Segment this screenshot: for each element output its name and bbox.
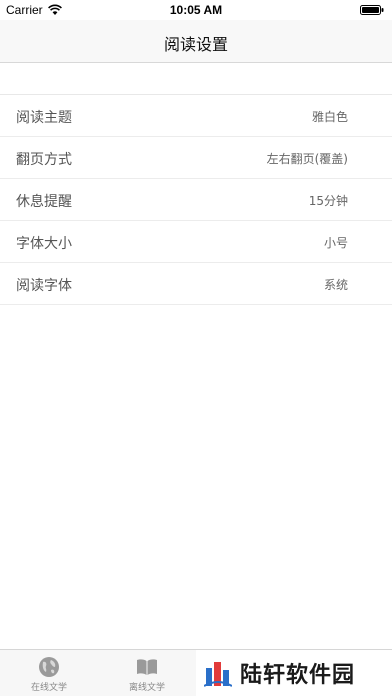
setting-label: 字体大小 [16, 236, 72, 252]
setting-row-reading-font[interactable]: 阅读字体 系统 [0, 263, 392, 305]
building-logo-icon [204, 662, 232, 687]
page-title: 阅读设置 [163, 35, 228, 54]
setting-value: 系统 [323, 278, 348, 292]
setting-row-page-turn[interactable]: 翻页方式 左右翻页(覆盖) [0, 137, 392, 179]
tab-label: 离线文学 [128, 683, 165, 693]
setting-row-theme[interactable]: 阅读主题 雅白色 [0, 95, 392, 137]
setting-label: 阅读字体 [16, 278, 72, 294]
tab-offline-literature[interactable]: 离线文学 [98, 650, 196, 696]
status-bar: Carrier 10:05 AM [0, 0, 392, 20]
setting-value: 左右翻页(覆盖) [266, 152, 348, 166]
navigation-bar: 阅读设置 [0, 20, 392, 63]
setting-label: 翻页方式 [16, 152, 72, 168]
settings-list: 阅读主题 雅白色 翻页方式 左右翻页(覆盖) 休息提醒 15分钟 字体大小 小号… [0, 94, 392, 305]
setting-value: 15分钟 [308, 194, 348, 208]
globe-icon [39, 657, 59, 677]
setting-label: 阅读主题 [16, 110, 72, 126]
setting-row-font-size[interactable]: 字体大小 小号 [0, 221, 392, 263]
setting-value: 小号 [323, 236, 348, 250]
setting-row-rest-reminder[interactable]: 休息提醒 15分钟 [0, 179, 392, 221]
book-icon [137, 659, 157, 675]
status-time: 10:05 AM [169, 3, 223, 17]
setting-label: 休息提醒 [16, 194, 72, 210]
watermark: 陆轩软件园 [196, 650, 392, 696]
battery-icon [360, 5, 384, 15]
setting-value: 雅白色 [311, 110, 348, 124]
tab-online-literature[interactable]: 在线文学 [0, 650, 98, 696]
watermark-text: 陆轩软件园 [240, 663, 356, 688]
tab-label: 在线文学 [30, 683, 67, 693]
